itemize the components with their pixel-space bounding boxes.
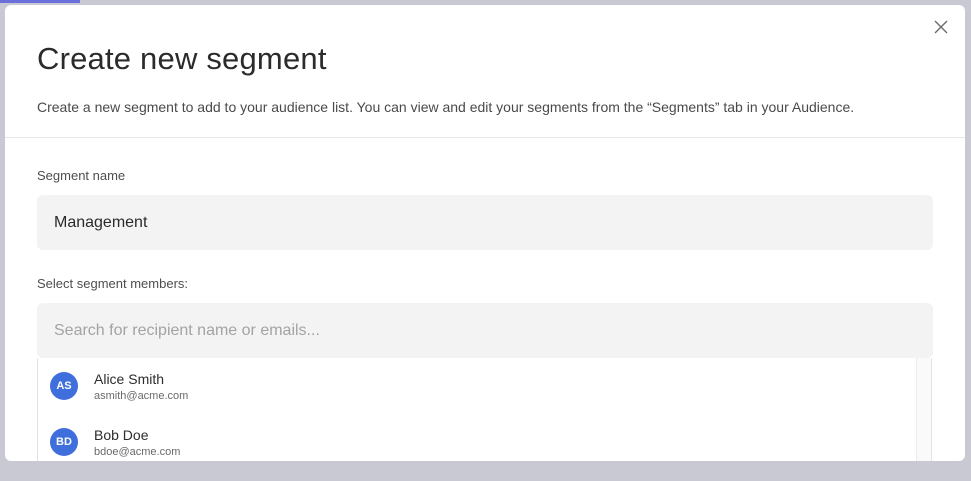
member-name: Alice Smith — [94, 370, 165, 387]
close-button[interactable] — [933, 19, 949, 35]
member-name: Bob Doe — [94, 426, 149, 443]
member-email: asmith@acme.com — [94, 389, 189, 402]
modal-header: Create new segment Create a new segment … — [5, 5, 965, 138]
list-item[interactable]: AS Alice Smith asmith@acme.com — [38, 358, 931, 414]
list-item[interactable]: BD Bob Doe bdoe@acme.com — [38, 414, 931, 461]
create-segment-modal: Create new segment Create a new segment … — [5, 5, 965, 461]
close-icon — [934, 20, 948, 34]
dropdown-scrollbar[interactable] — [916, 358, 931, 461]
member-suggestions-dropdown: AS Alice Smith asmith@acme.com BD Bob Do… — [37, 358, 932, 461]
member-email: bdoe@acme.com — [94, 445, 181, 458]
member-search-input[interactable] — [37, 303, 933, 358]
modal-body: Segment name Select segment members: — [5, 138, 965, 358]
avatar: AS — [50, 372, 78, 400]
segment-members-label: Select segment members: — [37, 276, 189, 291]
segment-name-input[interactable] — [37, 195, 933, 250]
backdrop-accent — [0, 0, 80, 3]
modal-title: Create new segment — [37, 41, 327, 76]
avatar: BD — [50, 428, 78, 456]
modal-subtitle: Create a new segment to add to your audi… — [37, 99, 855, 115]
segment-name-label: Segment name — [37, 168, 126, 183]
